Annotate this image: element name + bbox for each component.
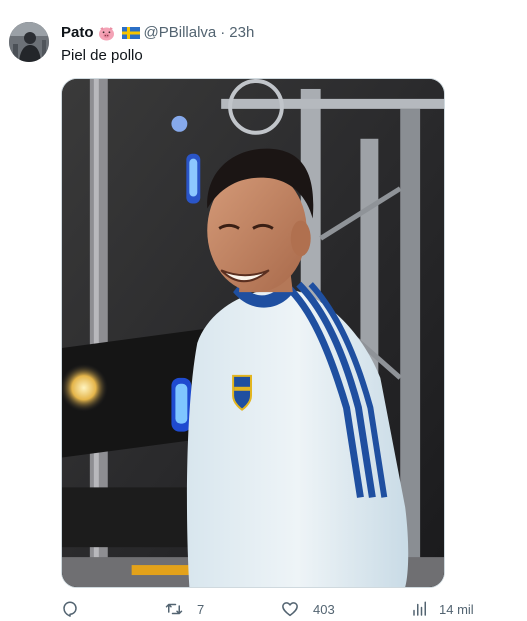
tweet[interactable]: Pato @PBillalva · 23h Piel de pollo 7 40… <box>0 0 527 621</box>
author-handle[interactable]: @PBillalva <box>144 24 217 42</box>
pig-face-icon <box>98 26 115 41</box>
retweet-count: 7 <box>197 601 205 617</box>
photo-icon <box>62 79 444 587</box>
retweet-button[interactable]: 7 <box>165 598 204 620</box>
sweden-flag-icon <box>119 27 140 39</box>
avatar[interactable] <box>9 22 49 62</box>
author-name[interactable]: Pato <box>61 24 94 42</box>
avatar-photo-icon <box>9 22 49 62</box>
tweet-actions: 7 403 14 mil <box>61 598 481 620</box>
reply-button[interactable] <box>61 598 93 620</box>
bar-chart-icon <box>413 601 426 616</box>
heart-icon <box>282 602 298 617</box>
tweet-photo[interactable] <box>61 78 445 588</box>
tweet-timestamp[interactable]: 23h <box>229 24 254 42</box>
tweet-text: Piel de pollo <box>61 47 143 64</box>
like-button[interactable]: 403 <box>281 598 335 620</box>
like-count: 403 <box>313 601 335 617</box>
views-count: 14 mil <box>439 601 474 617</box>
tweet-header: Pato @PBillalva · 23h <box>61 24 254 42</box>
retweet-icon <box>165 603 183 615</box>
separator-dot: · <box>220 24 226 41</box>
views-button[interactable]: 14 mil <box>411 598 474 620</box>
reply-icon <box>63 601 77 617</box>
